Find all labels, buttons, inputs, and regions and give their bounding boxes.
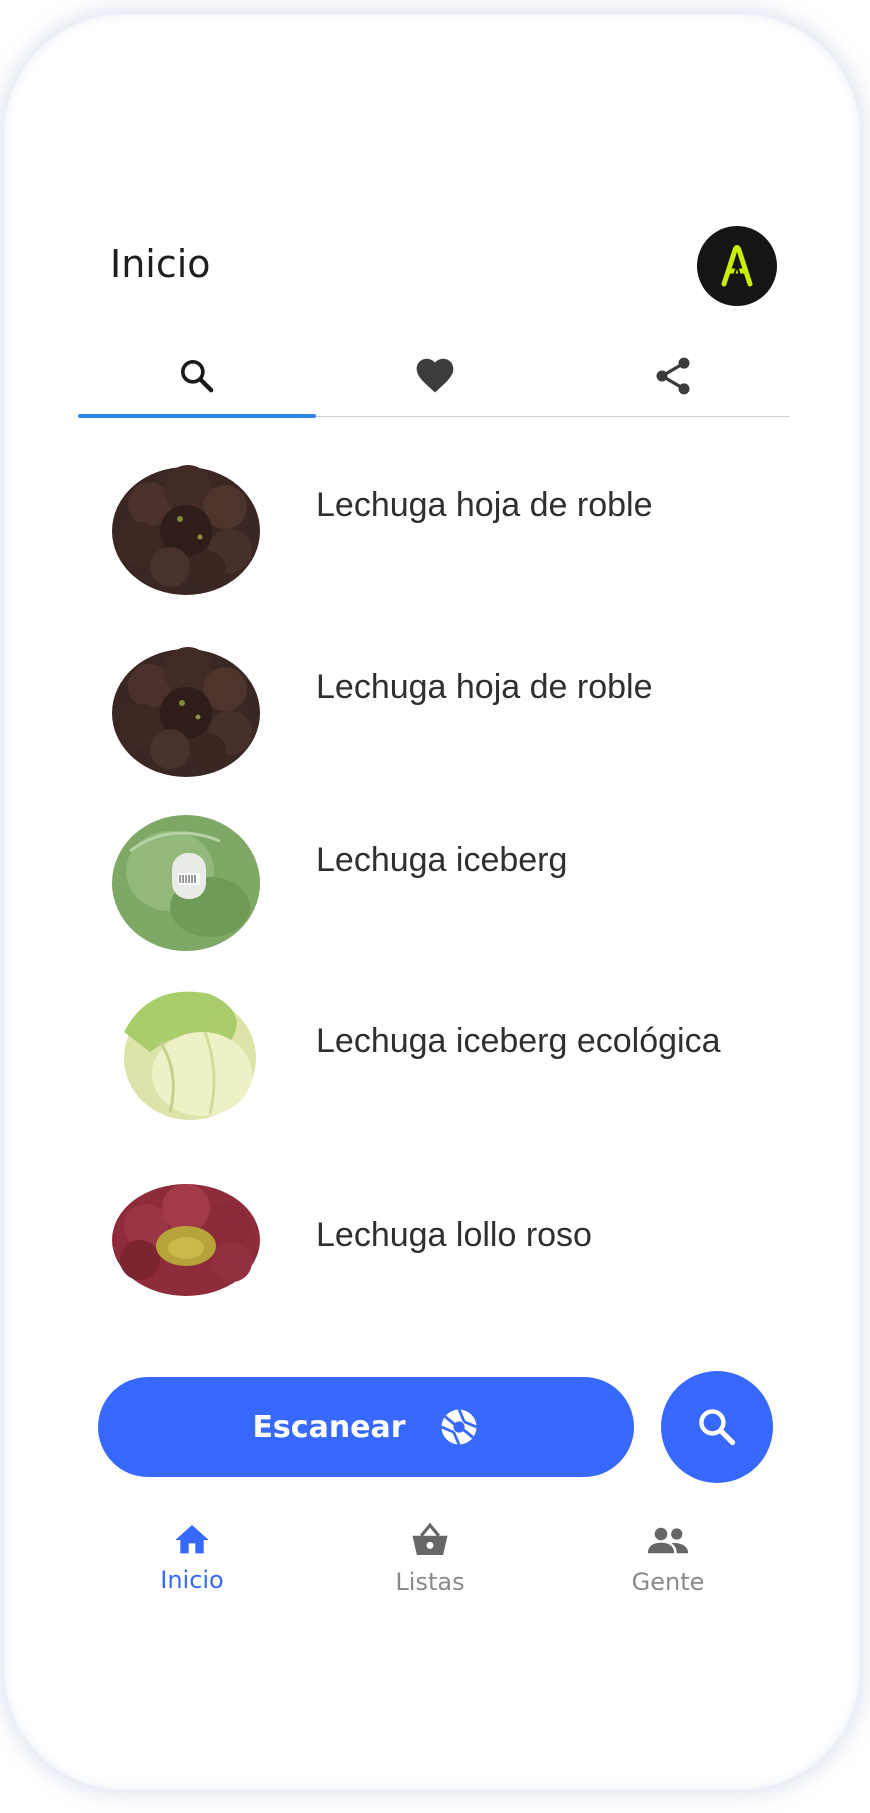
search-icon — [699, 1409, 736, 1446]
product-name: Lechuga iceberg ecológica — [316, 1022, 721, 1060]
product-name: Lechuga lollo roso — [316, 1216, 592, 1254]
heart-icon — [416, 358, 454, 393]
list-item[interactable]: Lechuga hoja de roble — [4, 626, 870, 786]
basket-icon — [412, 1522, 448, 1555]
page-title: Inicio — [110, 242, 211, 286]
nav-label-listas: Listas — [395, 1568, 465, 1596]
nav-item-inicio[interactable]: Inicio — [92, 1520, 292, 1594]
tab-indicator — [78, 414, 316, 418]
scan-button[interactable]: Escanear — [98, 1377, 634, 1477]
list-item[interactable]: Lechuga hoja de roble — [4, 444, 870, 604]
product-name: Lechuga hoja de roble — [316, 668, 653, 706]
product-image-oak-leaf — [112, 465, 260, 595]
tab-favorites[interactable] — [316, 334, 554, 418]
tab-share[interactable] — [554, 334, 792, 418]
list-item[interactable]: Lechuga iceberg ecológica — [4, 982, 870, 1142]
product-name: Lechuga hoja de roble — [316, 486, 653, 524]
product-image-oak-leaf — [112, 647, 260, 777]
product-image-iceberg — [124, 991, 256, 1120]
product-name: Lechuga iceberg — [316, 841, 568, 879]
list-item[interactable]: Lechuga lollo roso — [4, 1164, 870, 1324]
nav-item-gente[interactable]: Gente — [568, 1520, 768, 1596]
nav-item-listas[interactable]: Listas — [330, 1520, 530, 1596]
scan-button-label: Escanear — [252, 1409, 406, 1445]
nav-label-gente: Gente — [631, 1568, 705, 1596]
list-item[interactable]: Lechuga iceberg — [4, 801, 870, 961]
search-icon — [181, 360, 214, 393]
nav-label-inicio: Inicio — [160, 1566, 224, 1594]
product-image-iceberg-wrapped — [112, 815, 260, 951]
camera-shutter-icon — [440, 1408, 477, 1446]
phone-frame: Inicio Lechuga hoja de roble Lechuga hoj… — [4, 14, 860, 1790]
tab-bar — [78, 334, 790, 420]
avatar[interactable] — [697, 226, 777, 306]
people-icon — [647, 1527, 689, 1554]
search-fab[interactable] — [661, 1371, 773, 1483]
product-image-lollo-rosso — [112, 1184, 260, 1296]
avatar-logo-icon — [721, 245, 753, 287]
share-icon — [656, 357, 690, 395]
home-icon — [175, 1525, 209, 1554]
tab-search[interactable] — [78, 334, 316, 418]
